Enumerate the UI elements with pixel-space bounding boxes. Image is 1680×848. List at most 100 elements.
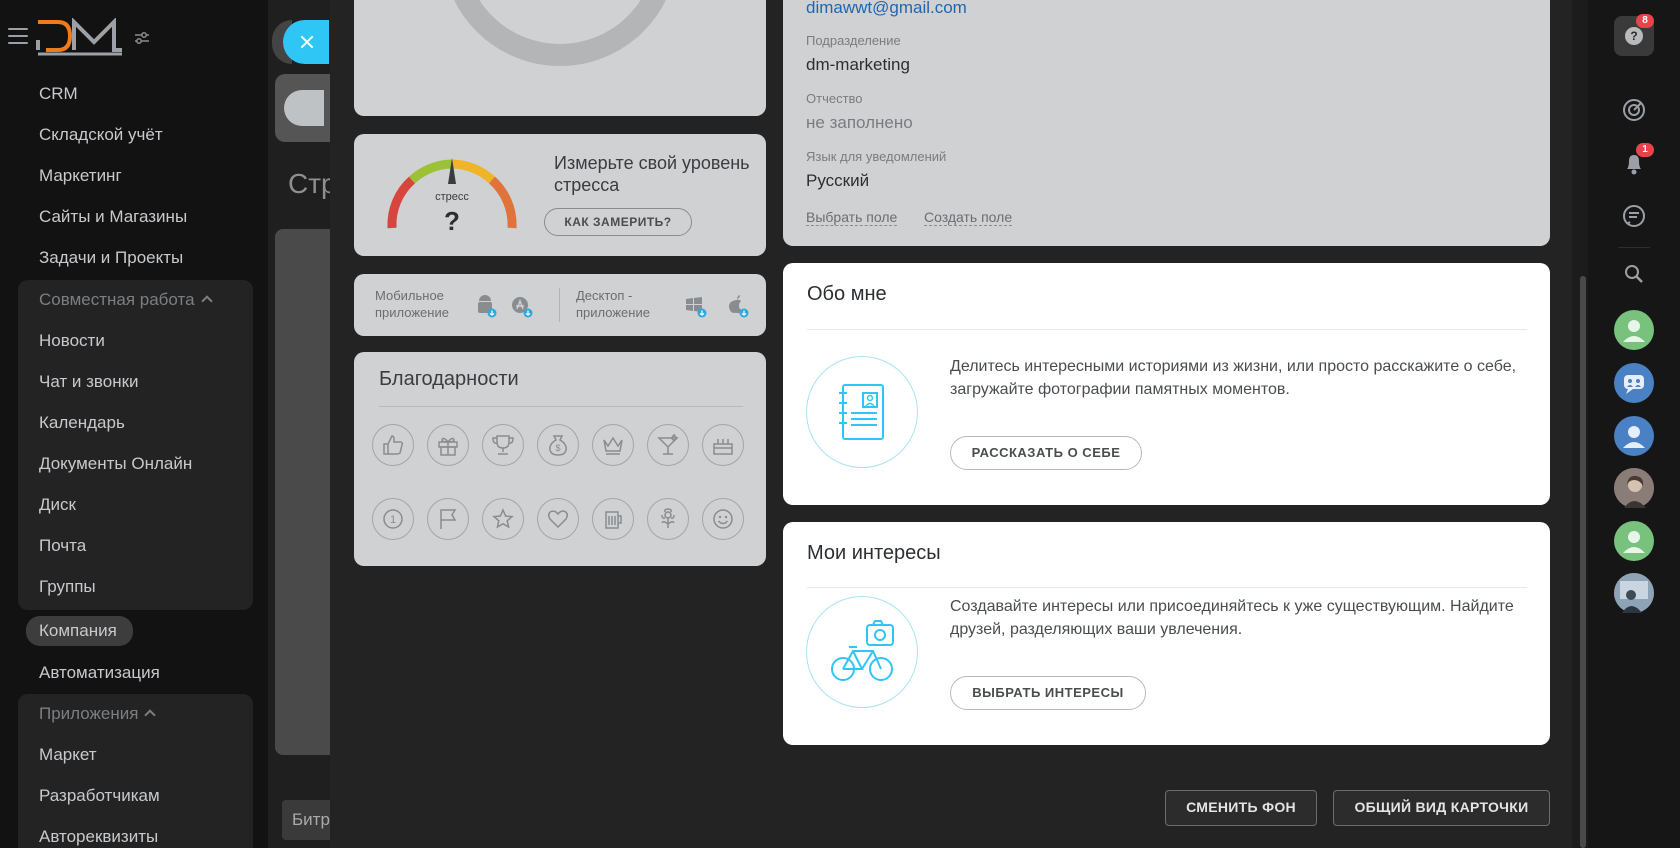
sidebar-group-collab <box>18 280 253 610</box>
stress-gauge-label: стресс <box>435 191 469 203</box>
choose-interests-button[interactable]: ВЫБРАТЬ ИНТЕРЕСЫ <box>950 676 1146 710</box>
heart-icon[interactable] <box>537 498 579 540</box>
interests-divider <box>807 587 1527 588</box>
patronymic-value: не заполнено <box>806 113 913 132</box>
sidebar-item-docs[interactable]: Документы Онлайн <box>39 454 192 474</box>
choose-field-link[interactable]: Выбрать поле <box>806 209 898 226</box>
background-tile-inner <box>284 90 324 126</box>
about-divider <box>807 329 1527 330</box>
photo-icon <box>1614 573 1654 613</box>
cocktail-icon[interactable] <box>647 424 689 466</box>
sidebar-item-company[interactable]: Компания <box>39 621 117 641</box>
money-bag-icon[interactable]: $ <box>537 424 579 466</box>
sidebar-item-requisites[interactable]: Автореквизиты <box>39 827 158 847</box>
apps-card: Мобильное приложение Десктоп - приложени… <box>354 274 766 336</box>
sidebar-item-market[interactable]: Маркет <box>39 745 97 765</box>
menu-icon[interactable] <box>8 28 28 44</box>
contact-avatar[interactable] <box>1614 521 1654 561</box>
sliders-icon[interactable] <box>134 30 150 46</box>
apps-divider <box>559 288 560 322</box>
left-sidebar: CRM Складской учёт Маркетинг Сайты и Маг… <box>0 0 268 848</box>
activity-button[interactable] <box>1614 90 1654 130</box>
apple-icon[interactable] <box>726 294 750 318</box>
contact-photo-avatar[interactable] <box>1614 573 1654 613</box>
sidebar-item-automation[interactable]: Автоматизация <box>39 663 160 683</box>
smile-icon[interactable] <box>702 498 744 540</box>
avatar-card <box>354 0 766 116</box>
group-chat-avatar[interactable] <box>1614 363 1654 403</box>
beer-icon[interactable] <box>592 498 634 540</box>
background-bottom-button: Битр <box>282 800 330 840</box>
sidebar-item-sites[interactable]: Сайты и Магазины <box>39 207 187 227</box>
sidebar-item-marketing[interactable]: Маркетинг <box>39 166 122 186</box>
close-slider-button[interactable] <box>283 20 329 64</box>
chevron-up-icon <box>144 709 157 721</box>
email-value[interactable]: dimawwt@gmail.com <box>806 0 967 18</box>
thanks-card: Благодарности $ 1 <box>354 352 766 566</box>
language-label: Язык для уведомлений <box>806 149 947 164</box>
user-icon <box>1623 426 1645 448</box>
gift-icon[interactable] <box>427 424 469 466</box>
sidebar-item-tasks[interactable]: Задачи и Проекты <box>39 248 183 268</box>
company-logo[interactable] <box>36 18 124 58</box>
search-icon <box>1625 265 1643 283</box>
sidebar-item-disk[interactable]: Диск <box>39 495 76 515</box>
help-badge: 8 <box>1636 14 1654 28</box>
sidebar-item-chat[interactable]: Чат и звонки <box>39 372 139 392</box>
thumbs-up-icon[interactable] <box>372 424 414 466</box>
pulse-icon <box>1623 99 1645 121</box>
sidebar-item-mail[interactable]: Почта <box>39 536 86 556</box>
patronymic-label: Отчество <box>806 91 863 106</box>
interests-text: Создавайте интересы или присоединяйтесь … <box>950 598 1514 638</box>
about-me-card: Обо мне Делитесь интересными историями и… <box>783 263 1550 505</box>
flower-icon[interactable] <box>647 498 689 540</box>
thanks-divider <box>379 406 743 407</box>
general-card-view-button[interactable]: ОБЩИЙ ВИД КАРТОЧКИ <box>1333 790 1550 826</box>
group-chat-icon <box>1624 375 1644 394</box>
stress-gauge-value: ? <box>444 206 460 236</box>
about-text: Делитесь интересными историями из жизни,… <box>950 358 1517 398</box>
photo-icon <box>1614 468 1654 508</box>
sidebar-group-collab-title[interactable]: Совместная работа <box>39 290 213 310</box>
tell-about-me-button[interactable]: РАССКАЗАТЬ О СЕБЕ <box>950 436 1142 470</box>
scrollbar-thumb[interactable] <box>1580 276 1586 848</box>
interests-card: Мои интересы Создавайте интересы или при… <box>783 522 1550 745</box>
windows-icon[interactable] <box>684 294 708 318</box>
cake-icon[interactable] <box>702 424 744 466</box>
user-icon <box>1623 531 1645 553</box>
sidebar-item-groups[interactable]: Группы <box>39 577 96 597</box>
change-background-button[interactable]: СМЕНИТЬ ФОН <box>1165 790 1317 826</box>
background-card <box>275 229 331 755</box>
contact-avatar[interactable] <box>1614 310 1654 350</box>
sidebar-item-calendar[interactable]: Календарь <box>39 413 125 433</box>
how-to-measure-button[interactable]: КАК ЗАМЕРИТЬ? <box>544 208 692 236</box>
number-one-icon[interactable]: 1 <box>372 498 414 540</box>
crown-icon[interactable] <box>592 424 634 466</box>
desktop-app-label: Десктоп - приложение <box>576 288 650 320</box>
sidebar-item-news[interactable]: Новости <box>39 331 105 351</box>
avatar-ring <box>442 0 678 66</box>
appstore-icon[interactable] <box>510 294 534 318</box>
rightbar-divider <box>1618 247 1650 248</box>
flag-icon[interactable] <box>427 498 469 540</box>
chat-button[interactable] <box>1614 196 1654 236</box>
sidebar-item-warehouse[interactable]: Складской учёт <box>39 125 163 145</box>
contact-avatar[interactable] <box>1614 416 1654 456</box>
sidebar-item-developers[interactable]: Разработчикам <box>39 786 160 806</box>
star-icon[interactable] <box>482 498 524 540</box>
search-button[interactable] <box>1614 254 1654 294</box>
create-field-link[interactable]: Создать поле <box>924 209 1013 226</box>
android-icon[interactable] <box>474 294 498 318</box>
contact-photo-avatar[interactable] <box>1614 468 1654 508</box>
department-value: dm-marketing <box>806 55 910 74</box>
bicycle-camera-icon <box>806 596 918 708</box>
sidebar-item-crm[interactable]: CRM <box>39 84 78 104</box>
profile-info-card: dimawwt@gmail.com Подразделение dm-marke… <box>783 0 1550 246</box>
svg-text:?: ? <box>1630 29 1637 43</box>
thanks-title: Благодарности <box>379 368 519 390</box>
sidebar-header <box>0 0 268 78</box>
sidebar-group-apps-title[interactable]: Приложения <box>39 704 157 724</box>
user-icon <box>1623 320 1645 342</box>
trophy-icon[interactable] <box>482 424 524 466</box>
svg-text:1: 1 <box>390 514 396 526</box>
